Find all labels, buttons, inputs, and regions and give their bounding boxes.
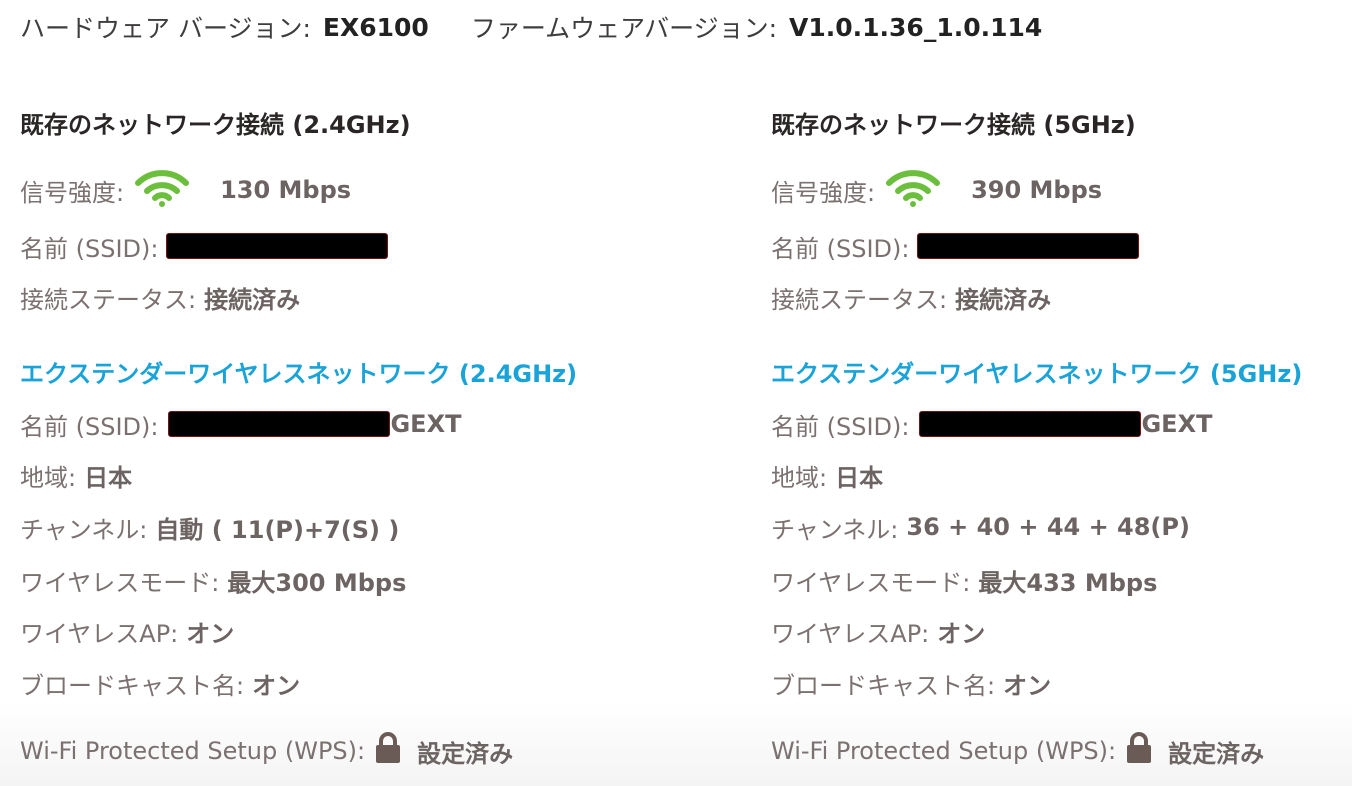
channel-label: チャンネル: <box>20 515 148 544</box>
firmware-version-value: V1.0.1.36_1.0.114 <box>789 12 1043 42</box>
signal-strength-row: 信号強度: 390 Mbps <box>771 170 1102 210</box>
extender-network-title: エクステンダーワイヤレスネットワーク (5GHz) <box>771 359 1303 388</box>
extender-ssid-redacted <box>168 411 391 437</box>
channel-value: 36 + 40 + 44 + 48(P) <box>906 513 1190 541</box>
wireless-mode-row: ワイヤレスモード: 最大433 Mbps <box>771 560 1157 600</box>
broadcast-name-row: ブロードキャスト名: オン <box>771 663 1051 703</box>
region-row: 地域: 日本 <box>771 455 883 495</box>
extender-ssid-row: 名前 (SSID): GEXT <box>20 404 461 444</box>
channel-value: 自動 ( 11(P)+7(S) ) <box>155 515 400 544</box>
lock-icon <box>1126 732 1152 770</box>
lock-icon <box>375 732 401 770</box>
signal-strength-row: 信号強度: 130 Mbps <box>20 170 351 210</box>
signal-rate: 130 Mbps <box>220 176 352 204</box>
hardware-version-value: EX6100 <box>322 12 429 42</box>
ssid-redacted-value <box>917 233 1140 259</box>
wireless-ap-value: オン <box>186 619 235 648</box>
ssid-row: 名前 (SSID): <box>20 226 389 266</box>
existing-network-title: 既存のネットワーク接続 (2.4GHz) <box>20 110 411 139</box>
signal-strength-label: 信号強度: <box>20 178 125 207</box>
region-label: 地域: <box>771 463 828 492</box>
extender-ssid-redacted <box>919 411 1142 437</box>
extender-ssid-suffix: GEXT <box>390 410 462 438</box>
wireless-ap-row: ワイヤレスAP: オン <box>20 611 234 651</box>
region-value: 日本 <box>84 463 133 492</box>
region-value: 日本 <box>835 463 884 492</box>
channel-row: チャンネル: 36 + 40 + 44 + 48(P) <box>771 507 1190 547</box>
wireless-ap-row: ワイヤレスAP: オン <box>771 611 985 651</box>
ssid-label: 名前 (SSID): <box>20 234 159 263</box>
wireless-mode-value: 最大300 Mbps <box>227 568 407 597</box>
hardware-version-label: ハードウェア バージョン: <box>20 14 311 43</box>
extender-ssid-row: 名前 (SSID): GEXT <box>771 404 1212 444</box>
wireless-mode-value: 最大433 Mbps <box>978 568 1158 597</box>
wps-label: Wi-Fi Protected Setup (WPS): <box>20 737 366 765</box>
connection-status-row: 接続ステータス: 接続済み <box>20 277 300 317</box>
broadcast-name-value: オン <box>252 671 301 700</box>
extender-network-title: エクステンダーワイヤレスネットワーク (2.4GHz) <box>20 359 578 388</box>
wifi-signal-icon <box>134 167 190 213</box>
ssid-redacted-value <box>166 233 389 259</box>
wps-value: 設定済み <box>1168 739 1265 768</box>
wps-value: 設定済み <box>417 739 514 768</box>
channel-label: チャンネル: <box>771 515 899 544</box>
extender-ssid-label: 名前 (SSID): <box>20 412 159 441</box>
wps-row: Wi-Fi Protected Setup (WPS): 設定済み <box>20 731 513 771</box>
broadcast-name-value: オン <box>1003 671 1052 700</box>
connection-status-label: 接続ステータス: <box>20 285 197 314</box>
version-header: ハードウェア バージョン: EX6100 ファームウェアバージョン: V1.0.… <box>20 8 1042 46</box>
wps-row: Wi-Fi Protected Setup (WPS): 設定済み <box>771 731 1264 771</box>
wireless-ap-label: ワイヤレスAP: <box>20 619 179 648</box>
extender-ssid-label: 名前 (SSID): <box>771 412 910 441</box>
wifi-signal-icon <box>885 167 941 213</box>
ssid-label: 名前 (SSID): <box>771 234 910 263</box>
connection-status-label: 接続ステータス: <box>771 285 948 314</box>
connection-status-row: 接続ステータス: 接続済み <box>771 277 1051 317</box>
broadcast-name-label: ブロードキャスト名: <box>20 671 245 700</box>
region-row: 地域: 日本 <box>20 455 132 495</box>
wireless-mode-label: ワイヤレスモード: <box>771 568 971 597</box>
region-label: 地域: <box>20 463 77 492</box>
signal-rate: 390 Mbps <box>971 176 1103 204</box>
signal-strength-label: 信号強度: <box>771 178 876 207</box>
wps-label: Wi-Fi Protected Setup (WPS): <box>771 737 1117 765</box>
extender-ssid-suffix: GEXT <box>1141 410 1213 438</box>
wireless-mode-row: ワイヤレスモード: 最大300 Mbps <box>20 560 406 600</box>
existing-network-title: 既存のネットワーク接続 (5GHz) <box>771 110 1136 139</box>
broadcast-name-row: ブロードキャスト名: オン <box>20 663 300 703</box>
ssid-row: 名前 (SSID): <box>771 226 1140 266</box>
broadcast-name-label: ブロードキャスト名: <box>771 671 996 700</box>
channel-row: チャンネル: 自動 ( 11(P)+7(S) ) <box>20 507 399 547</box>
wireless-ap-value: オン <box>937 619 986 648</box>
wireless-ap-label: ワイヤレスAP: <box>771 619 930 648</box>
firmware-version-label: ファームウェアバージョン: <box>470 14 777 43</box>
connection-status-value: 接続済み <box>204 285 301 314</box>
wireless-mode-label: ワイヤレスモード: <box>20 568 220 597</box>
connection-status-value: 接続済み <box>955 285 1052 314</box>
